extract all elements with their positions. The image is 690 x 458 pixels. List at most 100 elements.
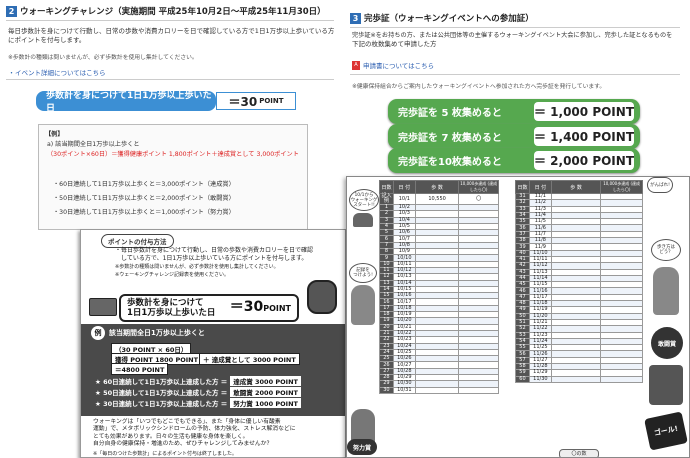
table-row: 30 10/31 [379,386,499,394]
cell-achieved[interactable] [458,386,499,394]
flyer-line: している方で、1日1万歩以上歩いている方にポイントを付与します。 [115,255,308,262]
flyer-line: ・毎日歩数計を身につけて行動し、日常の歩数や消費カロリーを日で確認 [115,247,314,254]
flyer-bottom-line: 自分自身の健康保持・増進のため、ぜひチャレンジしてみませんか？ [93,441,273,448]
application-form-link[interactable]: 申請書についてはこちら [363,60,434,70]
example-box: 【例】 a) 該当期間全日1万歩以上歩くと （30ポイント×60日）＝獲得健康ポ… [38,124,308,230]
example-tag: 【例】 [45,131,64,138]
banner-points-unit: POINT [259,97,284,105]
application-link[interactable]: A 申請書についてはこちら [352,60,434,70]
header-date: 日 付 [392,180,416,194]
steps-banner-label: 歩数計を身につけて1日1万歩以上歩いた日 [46,91,212,114]
cell-date: 10/31 [392,386,416,394]
walker-figure-icon [653,267,679,315]
pedometer-icon [89,298,117,316]
award-label: 完歩証を 7 枚集めると [398,133,502,144]
flyer-banner-unit: POINT [263,304,291,313]
right-intro-line: 下記の枚数集めて申請した方 [352,40,437,48]
award-label: 完歩証を10枚集めると [398,157,502,168]
left-section: 2 ウォーキングチャレンジ（実施期間 平成25年10月2日～平成25年11月30日… [6,5,336,21]
award-points: ＝ 1,000 POINT [534,102,634,121]
right-section-title-text: 完歩証（ウォーキングイベントへの参加証） [364,14,534,24]
table-row: 60 11/30 [515,375,643,383]
header-date: 日 付 [528,180,552,194]
left-note: ※歩数計の種類は問いませんが、必ず歩数計を使用し集計してください。 [8,55,198,61]
header-achieved: 10,000歩達成 (達成したら〇) [458,180,499,194]
flyer-line: ※歩数計の種類は問いませんが、必ず歩数計を使用し集計してください。 [115,264,279,270]
header-day: 日数 [379,180,394,194]
cell-day: 30 [379,386,394,394]
flyer-tag: ポイントの付与方法 [101,234,174,248]
shoes-icon [353,213,373,227]
flyer-award-label: ★ 50日連続して1日1万歩以上達成した方 ＝ [95,389,228,397]
goal-badge: ゴール! [644,411,688,451]
right-intro-line: 完歩証※をお持ちの方、または公共団体等の主催するウォーキングイベント大会に参加し… [352,32,673,39]
left-intro-line: にポイントを付与します。 [8,36,86,44]
steps-banner: 歩数計を身につけて1日1万歩以上歩いた日 [36,91,216,114]
award-label: 完歩証を 5 枚集めると [398,108,502,119]
record-table-2: 日数 日 付 歩 数 10,000歩達成 (達成したら〇) 31 11/1 32 11… [515,180,643,383]
flyer-example-title: 該当期間全日1万歩以上歩くと [109,329,205,337]
cell-steps[interactable] [414,386,460,394]
cell-day: 記入例 [379,193,394,205]
start-bubble: 10/1から ウォーキング スタート!! [349,189,379,211]
right-bubble: 歩き方は どう？ [651,239,681,261]
flyer-award-label: ★ 30日連続して1日1万歩以上達成した方 ＝ [95,400,228,408]
steps-banner-points: ＝30 POINT [216,92,296,110]
flyer-example-tag: 例 [91,326,105,340]
cell-steps[interactable] [550,375,602,383]
header-steps: 歩 数 [550,180,602,194]
flyer-bottom-line: 運動」で、メタボリックシンドロームの予防、体力強化、ストレス解消などに [93,426,296,433]
right-section-number: 3 [350,13,361,24]
left-divider [6,20,334,21]
flyer-award-value: 敢闘賞 2000 POINT [230,387,301,397]
header-day: 日数 [515,180,530,194]
count-chip: 〇の数 [559,449,599,457]
cheer-bubble: がんばれ! [647,177,673,193]
example-line: a) 該当期間全日1万歩以上歩くと [47,141,140,148]
example-line: （30ポイント×60日）＝獲得健康ポイント 1,800ポイント＋達成賞として 3… [47,151,299,158]
left-section-title: 2 ウォーキングチャレンジ（実施期間 平成25年10月2日～平成25年11月30日… [6,5,336,17]
pedometer-device-icon [307,280,337,314]
bullet-icon: ・ [8,69,15,77]
walking-record-sheet: 日数 日 付 歩 数 10,000歩達成 (達成したら〇) 記入例 10/1 10,… [346,176,690,458]
flyer-dark-band: 例 該当期間全日1万歩以上歩くと （30 POINT × 60日） 獲得 POI… [81,324,345,416]
cell-achieved[interactable] [600,375,643,383]
award-banner-5: 完歩証を 5 枚集めると ＝ 1,000 POINT [388,99,640,124]
award-points: ＝ 1,400 POINT [534,127,634,146]
award-banner-10: 完歩証を10枚集めると ＝ 2,000 POINT [388,148,640,173]
header-steps: 歩 数 [414,180,460,194]
event-detail-link[interactable]: イベント詳細についてはこちら [15,69,106,77]
right-intro: 完歩証※をお持ちの方、または公共団体等の主催するウォーキングイベント大会に参加し… [352,31,687,49]
walker-figure-icon [351,285,375,325]
flyer-award-row: ★ 50日連続して1日1万歩以上達成した方 ＝敢闘賞 2000 POINT [95,387,301,397]
banner-points-value: ＝30 [228,94,258,109]
flyer-banner-points: ＝30 [229,299,264,315]
right-divider-2 [350,74,680,75]
runner-icon [649,365,683,405]
left-link[interactable]: ・イベント詳細についてはこちら [8,67,106,78]
award-badge: 敢闘賞 [651,327,683,359]
cell-date: 11/30 [528,375,552,383]
flyer-award-row: ★ 30日連続して1日1万歩以上達成した方 ＝努力賞 1000 POINT [95,398,301,408]
award-banner-7: 完歩証を 7 枚集めると ＝ 1,400 POINT [388,124,640,149]
award-points: ＝ 2,000 POINT [534,151,634,170]
left-section-title-text: ウォーキングチャレンジ（実施期間 平成25年10月2日～平成25年11月30日） [20,7,326,17]
cell-steps[interactable]: 10,550 [414,193,460,205]
flyer-footer-note: ※「毎日のつけた歩数計」によるポイント付与は終了しました。 [93,451,238,457]
flyer-award-label: ★ 60日連続して1日1万歩以上達成した方 ＝ [95,378,228,386]
flyer-steps-banner: 歩数計を身につけて 1日1万歩以上歩いた日 ＝30POINT [119,294,299,322]
flyer-award-value: 達成賞 3000 POINT [230,376,301,386]
cell-achieved[interactable]: 〇 [458,193,499,205]
flyer-calc-total: ＝4800 POINT [111,363,169,375]
right-section: 3 完歩証（ウォーキングイベントへの参加証） [350,12,685,28]
table-row: 記入例 10/1 10,550 〇 [379,193,499,205]
flyer-line: ※ウェーキングチャレンジ記録表を使用ください。 [115,272,229,278]
left-intro-line: 毎日歩数計を身につけて行動し、日常の歩数や消費カロリーを日で確認している方で1日… [8,27,335,35]
left-divider-2 [6,79,334,80]
pdf-icon: A [352,60,360,70]
flyer-award-row: ★ 60日連続して1日1万歩以上達成した方 ＝達成賞 3000 POINT [95,376,301,386]
mid-bubble: 記録を つけよう! [349,263,377,283]
example-line: ・30日連続して1日1万歩以上歩くと＝1,000ポイント（努力賞） [53,209,235,216]
right-divider [350,27,680,28]
example-line: ・50日連続して1日1万歩以上歩くと＝2,000ポイント（敢闘賞） [53,195,235,202]
